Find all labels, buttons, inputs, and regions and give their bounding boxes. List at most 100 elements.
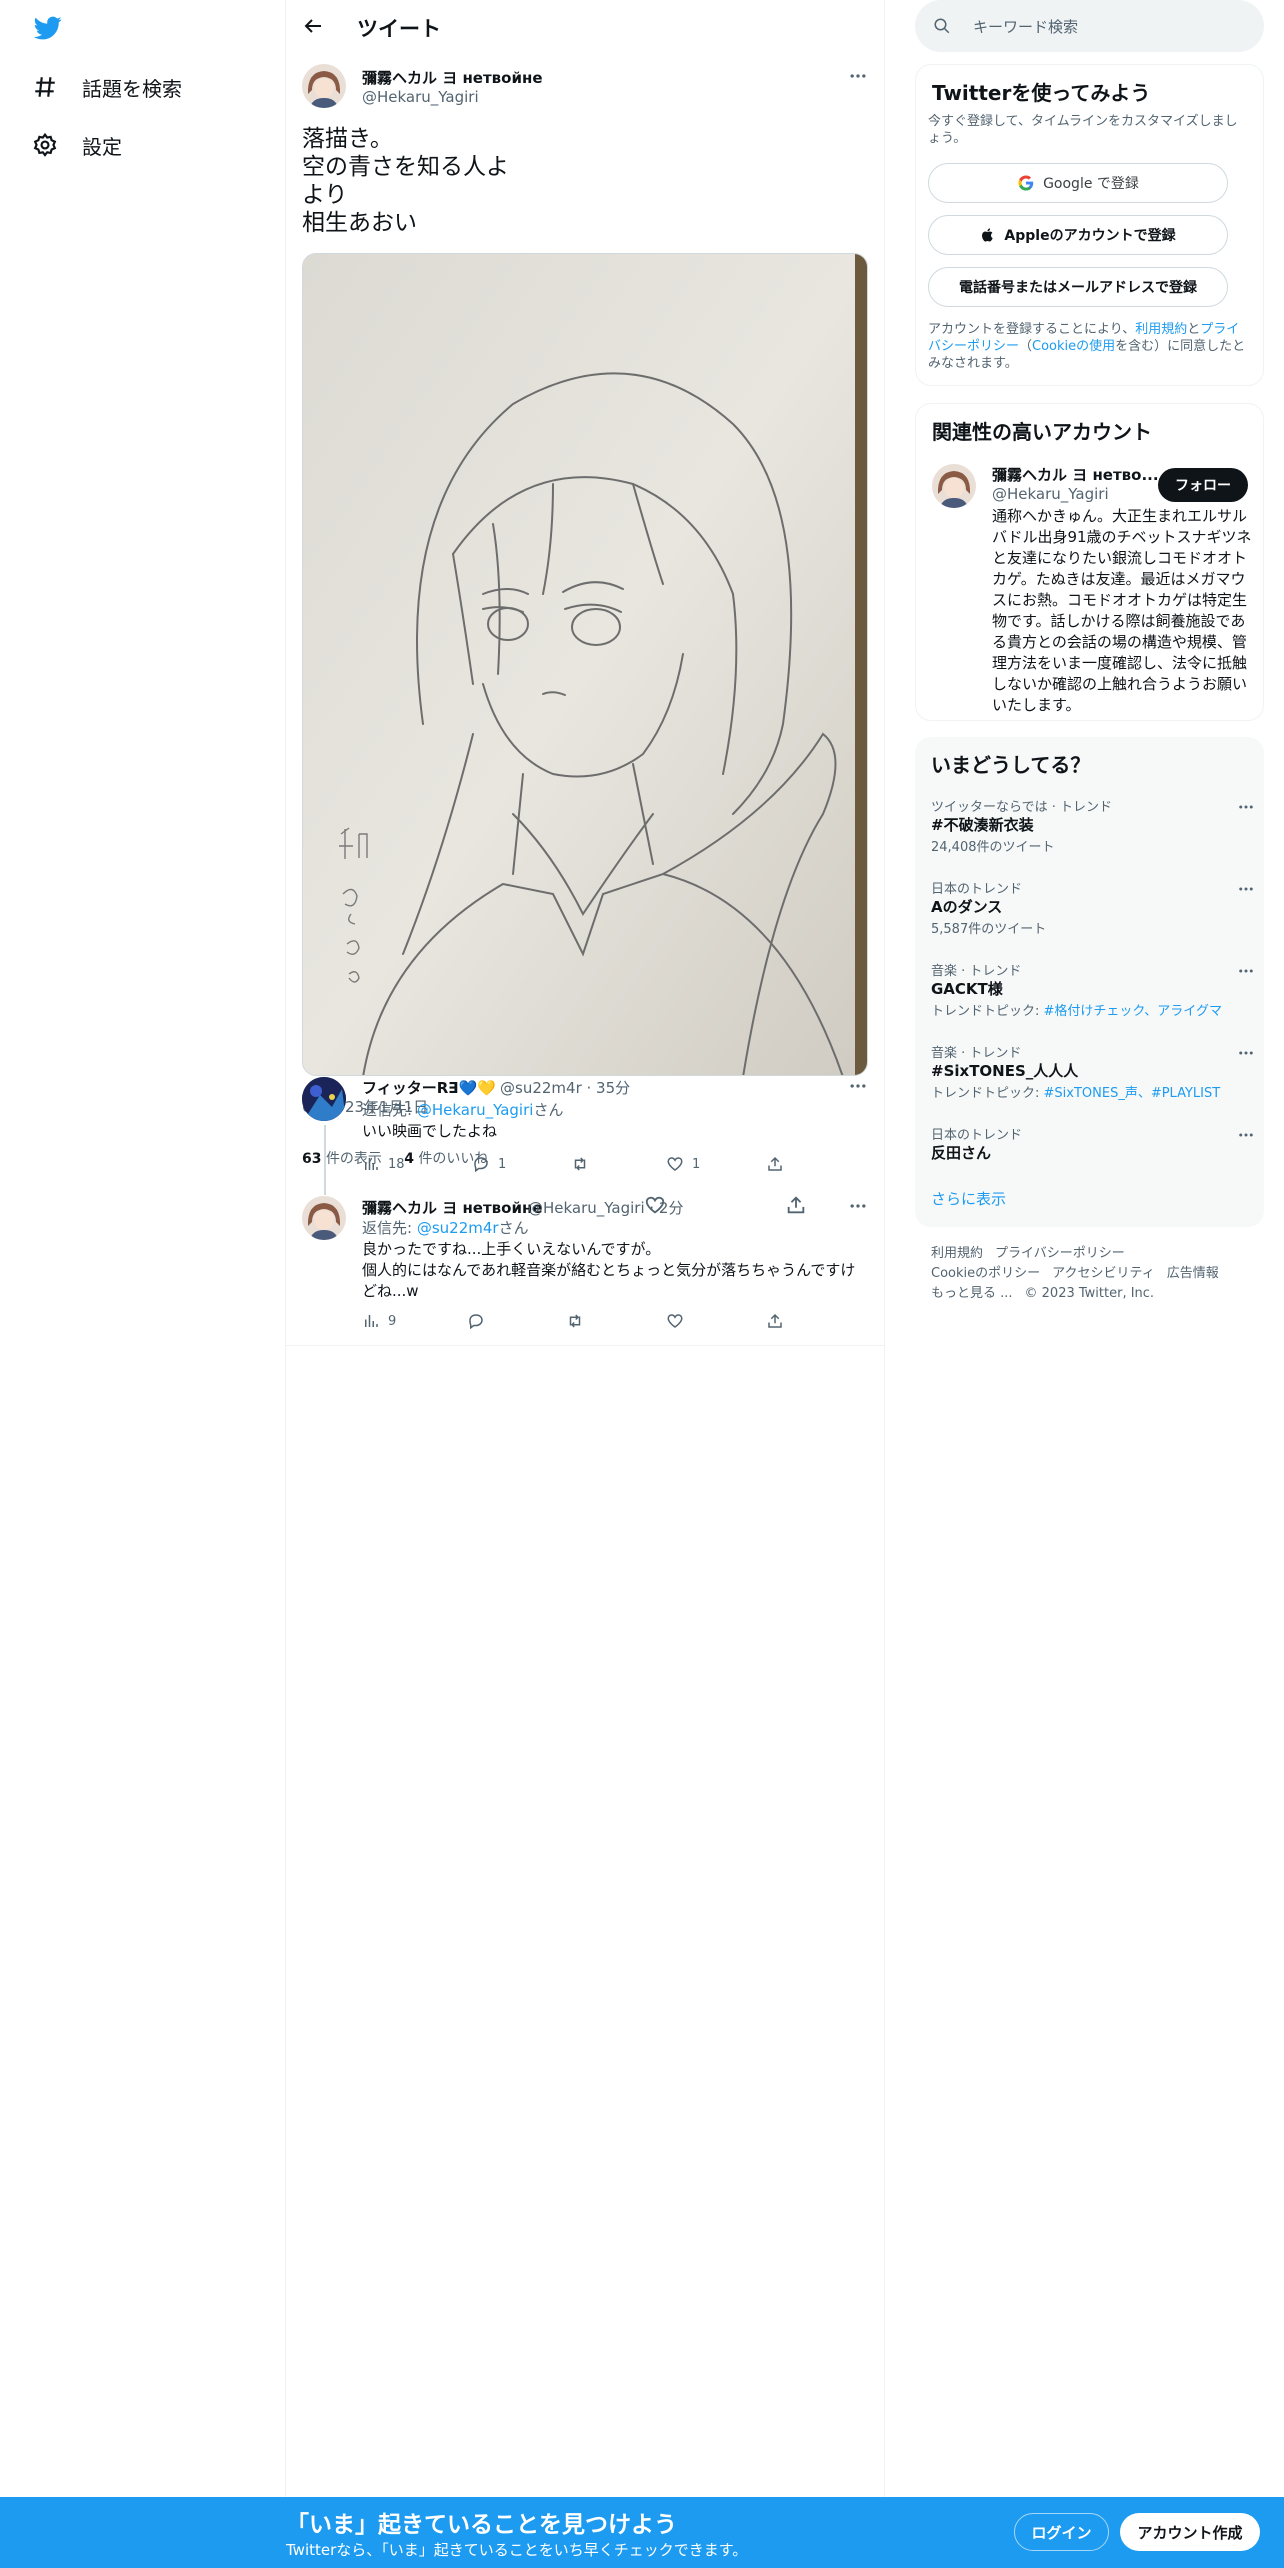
login-button[interactable]: ログイン (1014, 2513, 1109, 2551)
nav-explore-label: 話題を検索 (82, 76, 182, 101)
hashtag-icon (35, 77, 55, 97)
reply-avatar[interactable] (302, 1077, 346, 1121)
more-icon[interactable] (1237, 1044, 1255, 1062)
nav-explore[interactable]: 話題を検索 (32, 67, 182, 107)
signup-card: Twitterを使ってみよう 今すぐ登録して、タイムラインをカスタマイズしましょ… (915, 64, 1264, 386)
trend-item[interactable]: 日本のトレンド 反田さん (931, 1124, 1253, 1164)
trend-item[interactable]: 音楽 · トレンド GACKT様 トレンドトピック: #格付けチェック、アライグ… (931, 960, 1253, 1018)
reply-text: いい映画でしたよね (362, 1122, 498, 1140)
avatar[interactable] (302, 64, 346, 108)
google-signup-label: Google で登録 (1043, 176, 1139, 192)
reply-action[interactable] (467, 1312, 485, 1330)
banner-subtitle: Twitterなら、「いま」起きていることをいち早くチェックできます。 (286, 2541, 748, 2559)
reply-author-handle[interactable]: @Hekaru_Yagiri · 2分 (528, 1197, 683, 1218)
footer-link[interactable]: アクセシビリティ (1052, 1266, 1155, 1281)
phone-signup-label: 電話番号またはメールアドレスで登録 (959, 280, 1197, 296)
reply-author-name[interactable]: フィッターR∃💙💛 (362, 1077, 496, 1098)
retweet-action[interactable] (571, 1155, 589, 1173)
header: ツイート (285, 0, 885, 53)
follow-button[interactable]: フォロー (1158, 468, 1248, 502)
more-icon[interactable] (1237, 880, 1255, 898)
share-action[interactable] (766, 1312, 784, 1330)
likes-count[interactable]: 4 (404, 1151, 414, 1167)
tweet-line: 落描き。 (302, 126, 393, 152)
reply-avatar[interactable] (302, 1196, 346, 1240)
related-handle[interactable]: @Hekaru_Yagiri (992, 485, 1109, 503)
reply-text: 良かったですね...上手くいえないんですが。 個人的にはなんであれ軽音楽が絡むと… (362, 1240, 856, 1300)
search-icon (934, 18, 950, 34)
related-bio: 通称ヘかきゅん。大正生まれエルサルバドル出身91歳のチベットスナギツネと友達にな… (992, 507, 1252, 714)
search-placeholder: キーワード検索 (973, 17, 1079, 36)
more-icon[interactable] (848, 1076, 868, 1096)
pencil-sketch-image (303, 254, 867, 1075)
thread-line (324, 1125, 326, 1195)
trend-item[interactable]: 日本のトレンド Aのダンス 5,587件のツイート (931, 878, 1253, 936)
reply-action[interactable]: 1 (472, 1155, 506, 1173)
main-column: ツイート 彌霧ヘカル ヨ нетвойне @Hekaru_Yagiri 落描き… (285, 0, 885, 1346)
apple-icon (982, 228, 994, 242)
share-action[interactable] (766, 1155, 784, 1173)
like-action[interactable] (666, 1312, 684, 1330)
share-icon[interactable] (785, 1194, 807, 1216)
trend-item[interactable]: 音楽 · トレンド #SixTONES_人人人 トレンドトピック: #SixTO… (931, 1042, 1253, 1100)
footer-link[interactable]: 利用規約 (931, 1246, 983, 1261)
views-count: 63 (302, 1151, 322, 1167)
footer-links: 利用規約 プライバシーポリシー Cookieのポリシー アクセシビリティ 広告情報 も… (931, 1244, 1251, 1304)
analytics-icon (365, 1158, 378, 1170)
page-title: ツイート (357, 17, 441, 41)
related-name[interactable]: 彌霧ヘカル ヨ нетво... (992, 464, 1159, 485)
more-icon[interactable] (848, 1196, 868, 1216)
more-icon[interactable] (1237, 962, 1255, 980)
create-account-button[interactable]: アカウント作成 (1120, 2513, 1260, 2551)
trend-item[interactable]: ツイッターならでは · トレンド #不破湊新衣装 24,408件のツイート (931, 796, 1253, 854)
twitter-bird-icon[interactable] (32, 14, 64, 42)
author-handle[interactable]: @Hekaru_Yagiri (362, 88, 479, 106)
retweet-action[interactable] (566, 1312, 584, 1330)
phone-email-signup-button[interactable]: 電話番号またはメールアドレスで登録 (928, 267, 1228, 307)
reply-to: 返信先: @su22m4rさん (362, 1219, 529, 1237)
more-icon[interactable] (1237, 1126, 1255, 1144)
footer-link[interactable]: プライバシーポリシー (995, 1246, 1125, 1261)
cookie-link[interactable]: Cookieの使用 (1032, 339, 1115, 354)
apple-signup-button[interactable]: Appleのアカウントで登録 (928, 215, 1228, 255)
signup-subtitle: 今すぐ登録して、タイムラインをカスタマイズしましょう。 (928, 114, 1238, 146)
reply-to-link[interactable]: @su22m4r (417, 1219, 499, 1237)
footer-more-link[interactable]: もっと見る ... (931, 1286, 1013, 1301)
share-icon (768, 1156, 782, 1171)
related-avatar[interactable] (932, 464, 976, 508)
reply-to-link[interactable]: @Hekaru_Yagiri (417, 1101, 534, 1119)
google-signup-button[interactable]: Google で登録 (928, 163, 1228, 203)
back-arrow-icon[interactable] (301, 14, 325, 38)
search-input[interactable]: キーワード検索 (915, 0, 1264, 52)
more-icon[interactable] (1237, 798, 1255, 816)
more-icon[interactable] (848, 66, 868, 86)
author-name[interactable]: 彌霧ヘカル ヨ нетвойне (362, 67, 543, 88)
trends-card: いまどうしてる？ ツイッターならでは · トレンド #不破湊新衣装 24,408… (915, 737, 1264, 1227)
views-action[interactable]: 9 (362, 1312, 396, 1330)
left-nav: 話題を検索 設定 (0, 0, 285, 2568)
reply-author-name[interactable]: 彌霧ヘカル ヨ нетвойне (362, 1197, 543, 1218)
reply-icon (474, 1157, 488, 1173)
gear-icon (33, 132, 57, 157)
copyright: © 2023 Twitter, Inc. (1024, 1286, 1155, 1301)
apple-signup-label: Appleのアカウントで登録 (1004, 228, 1176, 244)
reply-to: 返信先: @Hekaru_Yagiriさん (362, 1101, 564, 1119)
reply-author-handle[interactable]: @su22m4r · 35分 (500, 1077, 630, 1098)
show-more-link[interactable]: さらに表示 (931, 1188, 1006, 1209)
tweet-line: 相生あおい (302, 210, 417, 236)
retweet-icon (574, 1157, 586, 1171)
google-icon (1018, 175, 1034, 191)
nav-settings-label: 設定 (82, 134, 122, 159)
views-action[interactable]: 18 (362, 1155, 405, 1173)
tweet-photo[interactable] (302, 253, 868, 1076)
footer-link[interactable]: 広告情報 (1167, 1266, 1219, 1281)
signup-banner: 「いま」起きていることを見つけよう Twitterなら、「いま」起きていることを… (0, 2497, 1284, 2568)
reply-icon (469, 1314, 483, 1330)
trends-title: いまどうしてる？ (931, 753, 1091, 777)
footer-link[interactable]: Cookieのポリシー (931, 1266, 1040, 1281)
like-action[interactable]: 1 (666, 1155, 700, 1173)
terms-link[interactable]: 利用規約 (1135, 322, 1187, 337)
nav-settings[interactable]: 設定 (32, 125, 122, 165)
signup-title: Twitterを使ってみよう (932, 81, 1151, 105)
related-title: 関連性の高いアカウント (932, 420, 1152, 444)
